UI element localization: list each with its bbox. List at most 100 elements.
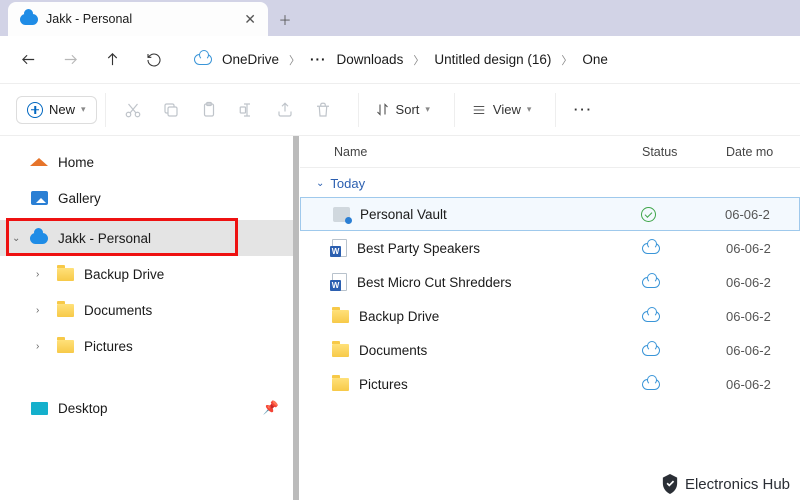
tab-title: Jakk - Personal (46, 12, 236, 26)
sort-label: Sort (396, 102, 420, 117)
watermark-text: Electronics Hub (685, 476, 790, 493)
sidebar-resize-handle[interactable] (293, 136, 299, 500)
active-tab[interactable]: Jakk - Personal ✕ (8, 2, 268, 36)
main-area: Home Gallery ⌄ Jakk - Personal › Backup … (0, 136, 800, 500)
file-row[interactable]: Pictures 06-06-2 (300, 367, 800, 401)
group-today[interactable]: ⌄ Today (300, 168, 800, 197)
toolbar: New ▾ Sort ▾ View ▾ ··· (0, 84, 800, 136)
sidebar: Home Gallery ⌄ Jakk - Personal › Backup … (0, 136, 300, 500)
chevron-right-icon: 〉 (289, 52, 300, 68)
refresh-button[interactable] (136, 42, 172, 78)
file-date: 06-06-2 (726, 275, 800, 290)
folder-icon (56, 301, 74, 319)
sidebar-item-label: Documents (84, 303, 152, 318)
sidebar-item-gallery[interactable]: Gallery (0, 180, 299, 216)
close-icon[interactable]: ✕ (244, 11, 256, 28)
word-doc-icon (332, 239, 347, 257)
file-row[interactable]: Best Micro Cut Shredders 06-06-2 (300, 265, 800, 299)
file-row[interactable]: Personal Vault 06-06-2 (300, 197, 800, 231)
chevron-right-icon: 〉 (561, 52, 572, 68)
chevron-right-icon: 〉 (413, 52, 424, 68)
rename-button[interactable] (230, 93, 264, 127)
delete-button[interactable] (306, 93, 340, 127)
view-button[interactable]: View ▾ (465, 102, 537, 117)
sidebar-item-label: Home (58, 155, 94, 170)
file-row[interactable]: Best Party Speakers 06-06-2 (300, 231, 800, 265)
chevron-down-icon[interactable]: ⌄ (12, 233, 20, 244)
chevron-down-icon: ▾ (527, 104, 532, 115)
cloud-status-icon (642, 277, 660, 288)
cloud-icon (194, 51, 212, 69)
sidebar-item-desktop[interactable]: Desktop 📌 (0, 390, 299, 426)
sidebar-item-documents[interactable]: › Documents (0, 292, 299, 328)
cloud-status-icon (642, 345, 660, 356)
file-name: Personal Vault (360, 207, 447, 222)
crumb-more[interactable]: ··· (310, 52, 327, 67)
clipboard-group (105, 93, 350, 127)
folder-icon (332, 310, 349, 323)
sidebar-item-pictures[interactable]: › Pictures (0, 328, 299, 364)
column-headers: Name Status Date mo (300, 136, 800, 168)
col-name[interactable]: Name (300, 145, 642, 159)
group-label: Today (330, 176, 365, 191)
sidebar-item-label: Desktop (58, 401, 108, 416)
new-button[interactable]: New ▾ (16, 96, 97, 124)
plus-icon (27, 102, 43, 118)
cloud-icon (30, 229, 48, 247)
tab-strip: Jakk - Personal ✕ ＋ (0, 0, 800, 36)
new-label: New (49, 102, 75, 117)
sort-button[interactable]: Sort ▾ (369, 102, 436, 117)
chevron-down-icon: ⌄ (316, 178, 324, 189)
crumb-untitled[interactable]: Untitled design (16) (434, 52, 551, 67)
sidebar-item-home[interactable]: Home (0, 144, 299, 180)
chevron-right-icon[interactable]: › (36, 269, 39, 280)
crumb-downloads[interactable]: Downloads (337, 52, 404, 67)
file-date: 06-06-2 (725, 207, 799, 222)
crumb-one[interactable]: One (582, 52, 608, 67)
back-button[interactable] (10, 42, 46, 78)
paste-button[interactable] (192, 93, 226, 127)
home-icon (30, 153, 48, 171)
col-status[interactable]: Status (642, 145, 726, 159)
cloud-status-icon (642, 243, 660, 254)
chevron-down-icon: ▾ (81, 104, 86, 115)
sidebar-item-label: Pictures (84, 339, 133, 354)
more-button[interactable]: ··· (566, 93, 600, 127)
view-group2: View ▾ (454, 93, 547, 127)
folder-icon (56, 265, 74, 283)
sidebar-item-backup-drive[interactable]: › Backup Drive (0, 256, 299, 292)
breadcrumb: OneDrive 〉 ··· Downloads 〉 Untitled desi… (184, 51, 608, 69)
cloud-status-icon (642, 311, 660, 322)
watermark: Electronics Hub (661, 474, 790, 494)
chevron-right-icon[interactable]: › (36, 305, 39, 316)
crumb-onedrive[interactable]: OneDrive (222, 52, 279, 67)
folder-icon (332, 344, 349, 357)
file-name: Backup Drive (359, 309, 439, 324)
sidebar-item-label: Backup Drive (84, 267, 164, 282)
share-button[interactable] (268, 93, 302, 127)
file-date: 06-06-2 (726, 309, 800, 324)
chevron-right-icon[interactable]: › (36, 341, 39, 352)
file-date: 06-06-2 (726, 377, 800, 392)
nav-bar: OneDrive 〉 ··· Downloads 〉 Untitled desi… (0, 36, 800, 84)
sidebar-item-jakk-personal[interactable]: ⌄ Jakk - Personal (0, 220, 299, 256)
view-group: Sort ▾ (358, 93, 446, 127)
file-row[interactable]: Documents 06-06-2 (300, 333, 800, 367)
sidebar-item-label: Jakk - Personal (58, 231, 151, 246)
up-button[interactable] (94, 42, 130, 78)
col-date[interactable]: Date mo (726, 145, 800, 159)
cut-button[interactable] (116, 93, 150, 127)
chevron-down-icon: ▾ (425, 104, 430, 115)
file-name: Best Party Speakers (357, 241, 480, 256)
cloud-status-icon (642, 379, 660, 390)
file-row[interactable]: Backup Drive 06-06-2 (300, 299, 800, 333)
copy-button[interactable] (154, 93, 188, 127)
forward-button[interactable] (52, 42, 88, 78)
sidebar-item-label: Gallery (58, 191, 101, 206)
view-label: View (493, 102, 521, 117)
folder-icon (332, 378, 349, 391)
new-tab-button[interactable]: ＋ (268, 2, 302, 36)
file-list: Name Status Date mo ⌄ Today Personal Vau… (300, 136, 800, 500)
pin-icon[interactable]: 📌 (263, 400, 279, 416)
file-date: 06-06-2 (726, 241, 800, 256)
